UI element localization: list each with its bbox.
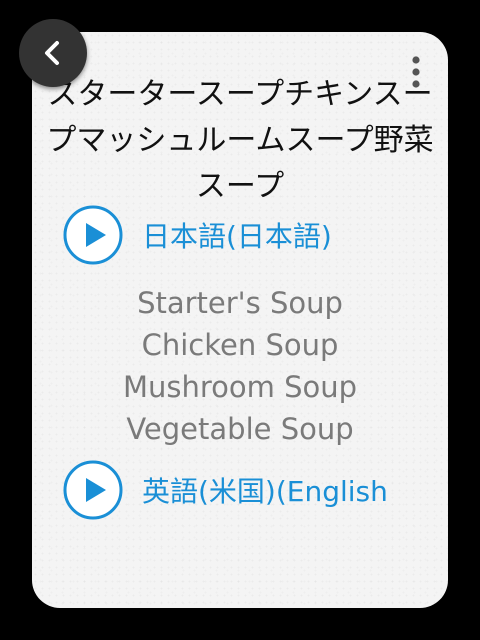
play-icon[interactable] (62, 204, 124, 266)
play-english-row[interactable]: 英語(米国)(English (62, 459, 388, 521)
translation-line: Chicken Soup (141, 328, 339, 362)
more-menu-button[interactable] (404, 54, 428, 90)
back-button[interactable] (19, 19, 87, 87)
chevron-left-icon (45, 41, 59, 65)
language-label-english[interactable]: 英語(米国)(English (142, 470, 388, 510)
play-japanese-row[interactable]: 日本語(日本語) (62, 204, 332, 266)
language-label-japanese[interactable]: 日本語(日本語) (142, 215, 332, 255)
play-icon[interactable] (62, 459, 124, 521)
translation-line: Starter's Soup (137, 286, 343, 320)
translation-line: Mushroom Soup (122, 370, 358, 404)
translation-text: Starter's Soup Chicken Soup Mushroom Sou… (40, 282, 440, 450)
more-vertical-icon (412, 56, 420, 88)
translation-line: Vegetable Soup (126, 412, 354, 446)
phrase-title: スタータースープチキンスープマッシュルームスープ野菜スープ (46, 77, 434, 204)
